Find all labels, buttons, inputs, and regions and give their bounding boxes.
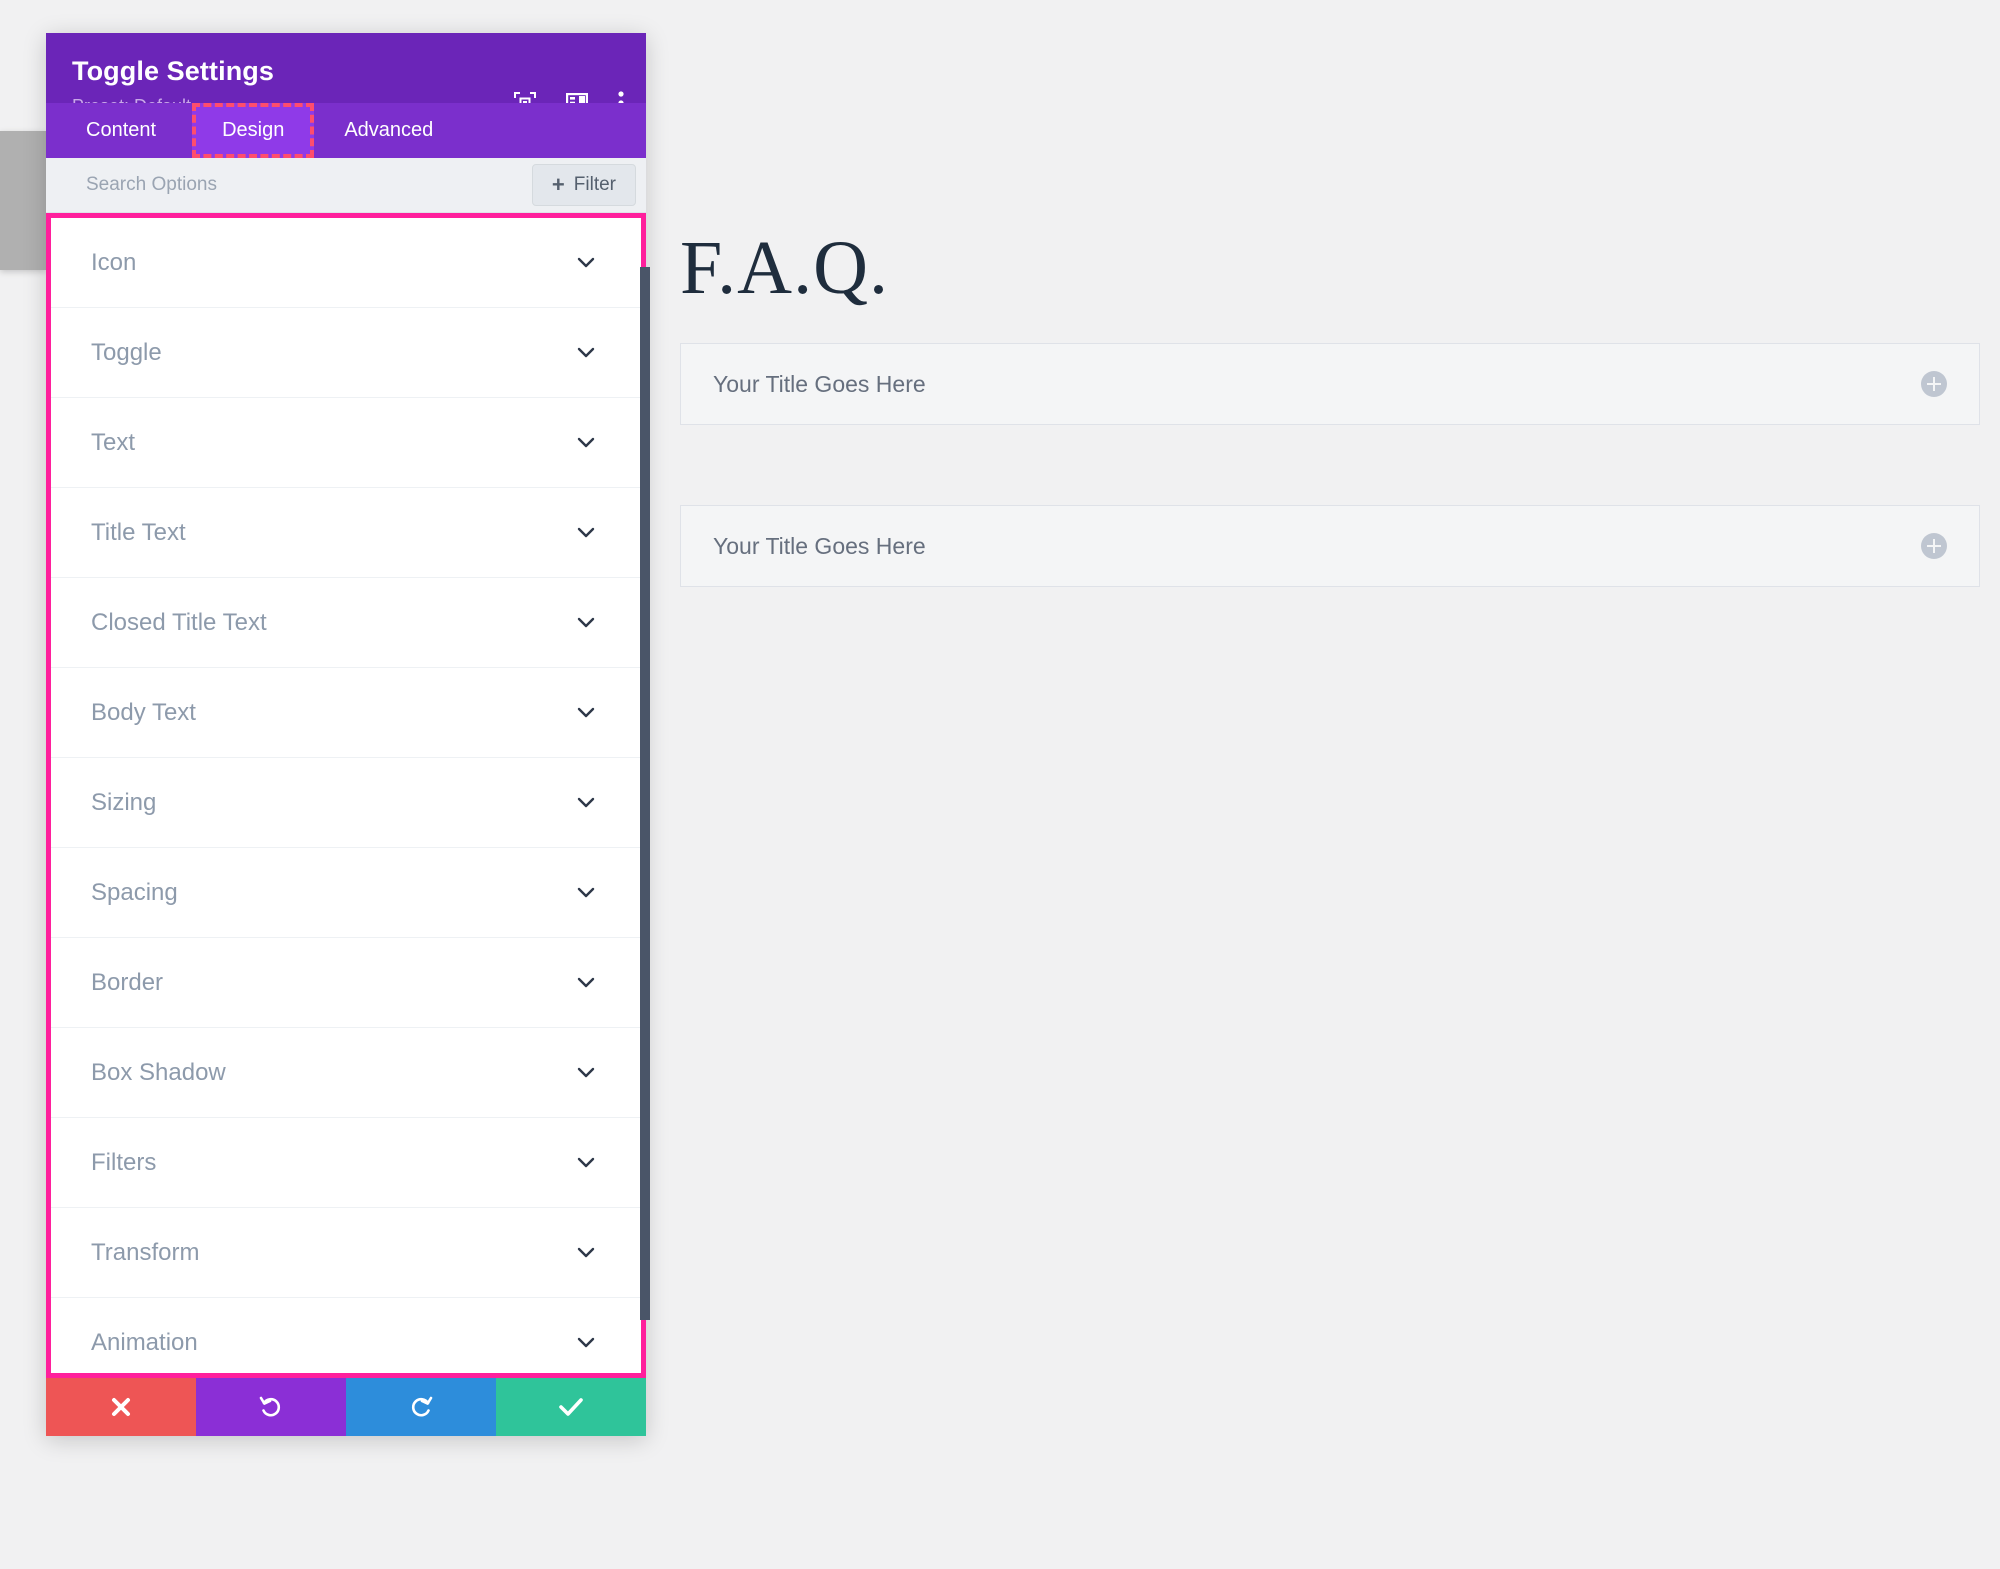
modal-header: Toggle Settings Preset: Default — [46, 33, 646, 116]
chevron-down-icon — [577, 887, 595, 897]
option-group-text[interactable]: Text — [51, 398, 641, 488]
cancel-button[interactable] — [46, 1378, 196, 1436]
option-group-transform[interactable]: Transform — [51, 1208, 641, 1298]
chevron-down-icon — [577, 1247, 595, 1257]
undo-button[interactable] — [196, 1378, 346, 1436]
option-group-animation[interactable]: Animation — [51, 1298, 641, 1373]
tab-content[interactable]: Content — [46, 103, 192, 158]
design-options-panel: Icon Toggle Text Title Text Closed Title Tex… — [46, 213, 646, 1378]
option-group-toggle[interactable]: Toggle — [51, 308, 641, 398]
filter-button[interactable]: + Filter — [531, 164, 636, 206]
option-group-label: Sizing — [91, 788, 157, 816]
redo-arrow-icon — [411, 1396, 433, 1417]
option-group-body-text[interactable]: Body Text — [51, 668, 641, 758]
save-button[interactable] — [496, 1378, 646, 1436]
option-group-spacing[interactable]: Spacing — [51, 848, 641, 938]
modal-footer — [46, 1378, 646, 1436]
option-group-title-text[interactable]: Title Text — [51, 488, 641, 578]
option-group-label: Box Shadow — [91, 1058, 226, 1086]
search-input[interactable] — [86, 174, 532, 196]
option-group-label: Title Text — [91, 518, 186, 546]
toggle-settings-modal: Toggle Settings Preset: Default — [46, 33, 646, 1436]
page-title: F.A.Q. — [680, 226, 889, 310]
toggle-card-title: Your Title Goes Here — [713, 370, 926, 397]
options-list: Icon Toggle Text Title Text Closed Title Tex… — [51, 218, 641, 1373]
chevron-down-icon — [577, 797, 595, 807]
option-group-border[interactable]: Border — [51, 938, 641, 1028]
option-group-filters[interactable]: Filters — [51, 1118, 641, 1208]
chevron-down-icon — [577, 347, 595, 357]
toggle-card-title: Your Title Goes Here — [713, 532, 926, 559]
option-group-icon[interactable]: Icon — [51, 218, 641, 308]
plus-circle-icon[interactable] — [1921, 533, 1947, 559]
option-group-label: Closed Title Text — [91, 608, 267, 636]
check-icon — [559, 1398, 583, 1416]
chevron-down-icon — [577, 1157, 595, 1167]
filter-button-label: Filter — [573, 174, 616, 195]
option-group-label: Text — [91, 428, 136, 456]
option-group-label: Border — [91, 968, 164, 996]
chevron-down-icon — [577, 1337, 595, 1347]
search-row: + Filter — [46, 158, 646, 213]
options-scrollbar-thumb[interactable] — [640, 267, 650, 1320]
tab-advanced[interactable]: Advanced — [314, 103, 463, 158]
chevron-down-icon — [577, 707, 595, 717]
option-group-label: Toggle — [91, 338, 162, 366]
option-group-label: Icon — [91, 248, 137, 276]
builder-page-preview: F.A.Q. Your Title Goes Here Your Title G… — [680, 0, 2000, 1569]
chevron-down-icon — [577, 437, 595, 447]
option-group-box-shadow[interactable]: Box Shadow — [51, 1028, 641, 1118]
option-group-closed-title-text[interactable]: Closed Title Text — [51, 578, 641, 668]
option-group-label: Transform — [91, 1238, 200, 1266]
toggle-module-card[interactable]: Your Title Goes Here — [680, 505, 1980, 587]
close-icon — [112, 1398, 130, 1416]
modal-tabs: Content Design Advanced — [46, 103, 646, 158]
chevron-down-icon — [577, 617, 595, 627]
chevron-down-icon — [577, 527, 595, 537]
chevron-down-icon — [577, 977, 595, 987]
chevron-down-icon — [577, 1067, 595, 1077]
option-group-label: Filters — [91, 1148, 157, 1176]
plus-icon: + — [551, 172, 565, 197]
option-group-sizing[interactable]: Sizing — [51, 758, 641, 848]
chevron-down-icon — [577, 257, 595, 267]
modal-title: Toggle Settings — [72, 56, 274, 86]
plus-circle-icon[interactable] — [1921, 371, 1947, 397]
option-group-label: Body Text — [91, 698, 196, 726]
undo-arrow-icon — [259, 1396, 281, 1417]
tab-design[interactable]: Design — [192, 103, 315, 158]
left-edge-panel-stub — [0, 131, 46, 270]
option-group-label: Animation — [91, 1328, 198, 1356]
redo-button[interactable] — [346, 1378, 496, 1436]
option-group-label: Spacing — [91, 878, 178, 906]
toggle-module-card[interactable]: Your Title Goes Here — [680, 343, 1980, 425]
